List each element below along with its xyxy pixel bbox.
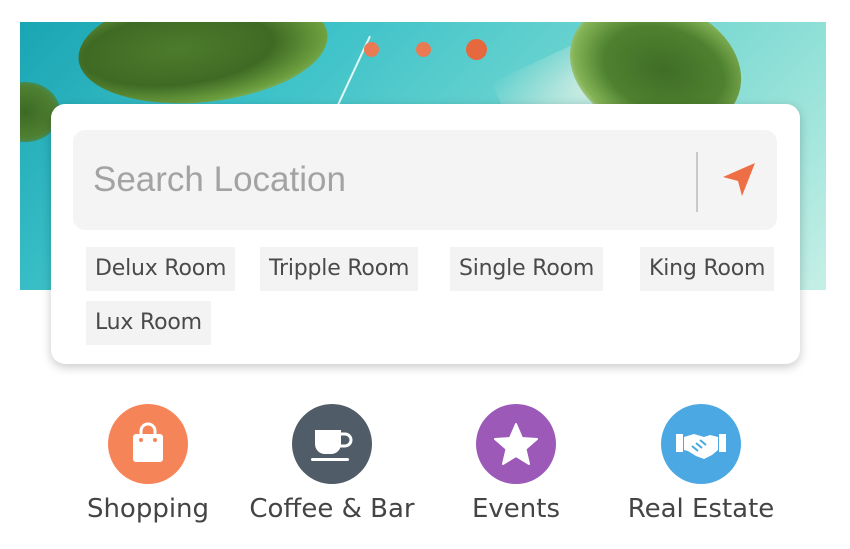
category-label: Real Estate (627, 494, 775, 524)
coffee-cup-glyph (311, 430, 353, 461)
category-label: Events (471, 494, 561, 524)
handshake-glyph (676, 434, 726, 459)
star-icon (476, 404, 556, 484)
room-tag[interactable]: Tripple Room (260, 247, 419, 291)
carousel-dot-1[interactable] (364, 42, 379, 57)
coffee-cup-icon (292, 404, 372, 484)
category-events[interactable]: Events (421, 404, 611, 534)
category-real-estate[interactable]: Real Estate (606, 404, 796, 534)
carousel-dot-3-active[interactable] (466, 39, 487, 60)
room-tag[interactable]: Lux Room (86, 301, 211, 345)
category-label: Shopping (86, 494, 210, 524)
category-shopping[interactable]: Shopping (53, 404, 243, 534)
shopping-bag-glyph (133, 422, 163, 462)
home-screen: Delux Room Tripple Room Single Room King… (0, 0, 850, 549)
room-tag[interactable]: Delux Room (86, 247, 236, 291)
locate-button[interactable] (715, 156, 763, 204)
search-divider (696, 152, 698, 212)
shopping-bag-icon (108, 404, 188, 484)
search-card: Delux Room Tripple Room Single Room King… (51, 104, 800, 364)
category-coffee-bar[interactable]: Coffee & Bar (237, 404, 427, 534)
handshake-icon (661, 404, 741, 484)
search-location-input[interactable] (93, 152, 673, 208)
category-label: Coffee & Bar (249, 494, 415, 524)
room-tag[interactable]: Single Room (450, 247, 604, 291)
search-box (73, 130, 777, 230)
navigation-arrow-icon (723, 163, 755, 196)
room-tag[interactable]: King Room (640, 247, 775, 291)
carousel-dot-2[interactable] (416, 42, 431, 57)
star-glyph (494, 423, 538, 465)
